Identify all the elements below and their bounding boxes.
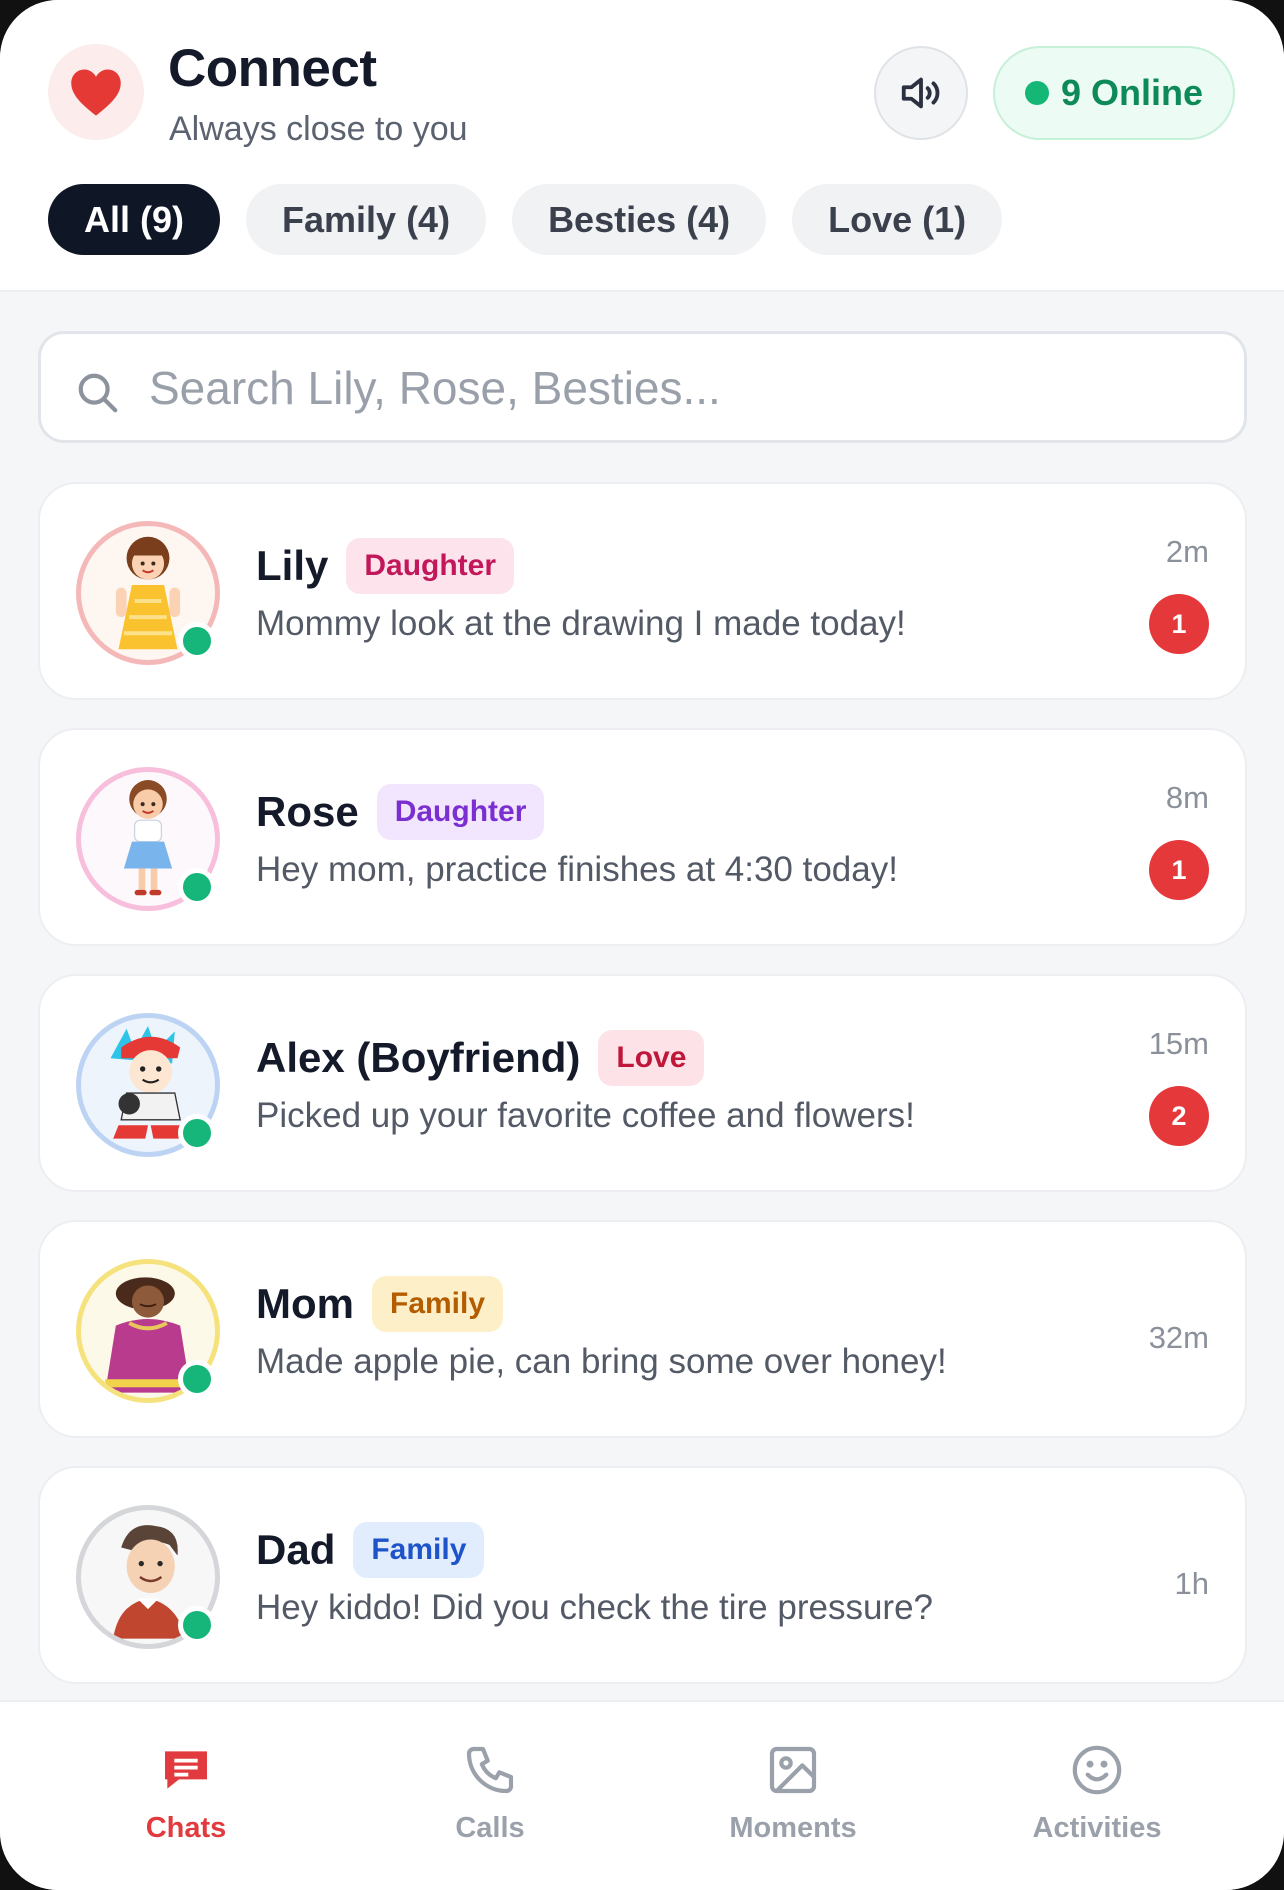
tab-family[interactable]: Family (4) bbox=[246, 184, 487, 255]
online-count-label: 9 Online bbox=[1060, 72, 1204, 113]
chat-header: Lily Daughter bbox=[256, 538, 515, 594]
bottom-nav: Chats Calls Moments Activities bbox=[0, 1700, 1284, 1890]
last-message: Mommy look at the drawing I made today! bbox=[256, 604, 906, 643]
phone-icon bbox=[466, 1746, 514, 1794]
app-subtitle: Always close to you bbox=[169, 110, 468, 148]
image-icon bbox=[769, 1746, 817, 1794]
contact-name: Mom bbox=[256, 1280, 354, 1327]
chat-header: Dad Family bbox=[256, 1522, 485, 1578]
contact-name: Lily bbox=[256, 542, 329, 589]
online-count-pill[interactable]: 9 Online bbox=[993, 46, 1235, 140]
chat-item-mom[interactable]: Mom Family Made apple pie, can bring som… bbox=[38, 1220, 1247, 1438]
message-time: 32m bbox=[1148, 1320, 1209, 1355]
nav-label: Activities bbox=[1032, 1812, 1162, 1844]
app-header: Connect Always close to you 9 Online All… bbox=[0, 0, 1284, 292]
unread-badge: 2 bbox=[1149, 1086, 1209, 1146]
last-message: Hey kiddo! Did you check the tire pressu… bbox=[256, 1588, 933, 1627]
relationship-tag: Family bbox=[353, 1522, 485, 1578]
contact-name: Alex (Boyfriend) bbox=[256, 1034, 581, 1081]
tab-besties[interactable]: Besties (4) bbox=[512, 184, 767, 255]
tab-all[interactable]: All (9) bbox=[48, 184, 221, 255]
heart-logo bbox=[48, 44, 144, 140]
chat-list: Lily Daughter Mommy look at the drawing … bbox=[38, 482, 1247, 1712]
relationship-tag: Love bbox=[598, 1030, 705, 1086]
nav-label: Calls bbox=[455, 1812, 525, 1844]
online-status-dot bbox=[178, 1606, 216, 1644]
unread-badge: 1 bbox=[1149, 840, 1209, 900]
relationship-tag: Daughter bbox=[346, 538, 515, 594]
nav-chats[interactable]: Chats bbox=[86, 1742, 286, 1862]
nav-moments[interactable]: Moments bbox=[693, 1742, 893, 1862]
tab-love[interactable]: Love (1) bbox=[792, 184, 1003, 255]
search-bar bbox=[38, 331, 1247, 443]
nav-calls[interactable]: Calls bbox=[390, 1742, 590, 1862]
online-status-dot bbox=[178, 622, 216, 660]
message-time: 2m bbox=[1165, 534, 1209, 569]
online-status-dot bbox=[178, 868, 216, 906]
unread-badge: 1 bbox=[1149, 594, 1209, 654]
chat-item-dad[interactable]: Dad Family Hey kiddo! Did you check the … bbox=[38, 1466, 1247, 1684]
last-message: Picked up your favorite coffee and flowe… bbox=[256, 1096, 915, 1135]
nav-label: Moments bbox=[729, 1812, 857, 1844]
heart-icon bbox=[71, 69, 121, 116]
last-message: Made apple pie, can bring some over hone… bbox=[256, 1342, 947, 1381]
search-input[interactable] bbox=[149, 352, 1219, 424]
speaker-icon bbox=[901, 77, 940, 109]
chat-item-rose[interactable]: Rose Daughter Hey mom, practice finishes… bbox=[38, 728, 1247, 946]
smile-icon bbox=[1072, 1745, 1122, 1795]
chat-icon bbox=[165, 1751, 207, 1789]
relationship-tag: Family bbox=[372, 1276, 504, 1332]
online-status-dot bbox=[178, 1360, 216, 1398]
search-icon bbox=[78, 373, 118, 413]
chat-item-lily[interactable]: Lily Daughter Mommy look at the drawing … bbox=[38, 482, 1247, 700]
message-time: 1h bbox=[1174, 1566, 1209, 1601]
relationship-tag: Daughter bbox=[376, 784, 545, 840]
online-status-dot bbox=[1024, 81, 1049, 105]
nav-label: Chats bbox=[145, 1812, 227, 1844]
message-time: 15m bbox=[1148, 1026, 1209, 1061]
app-title: Connect bbox=[168, 39, 377, 98]
chat-item-alex[interactable]: Alex (Boyfriend) Love Picked up your fav… bbox=[38, 974, 1247, 1192]
sound-button[interactable] bbox=[874, 46, 968, 140]
chat-header: Alex (Boyfriend) Love bbox=[256, 1030, 705, 1086]
chat-header: Rose Daughter bbox=[256, 784, 545, 840]
chat-header: Mom Family bbox=[256, 1276, 504, 1332]
nav-activities[interactable]: Activities bbox=[997, 1742, 1197, 1862]
last-message: Hey mom, practice finishes at 4:30 today… bbox=[256, 850, 898, 889]
message-time: 8m bbox=[1165, 780, 1209, 815]
contact-name: Dad bbox=[256, 1526, 336, 1573]
contact-name: Rose bbox=[256, 788, 359, 835]
online-status-dot bbox=[178, 1114, 216, 1152]
filter-tabs: All (9) Family (4) Besties (4) Love (1) bbox=[48, 184, 1003, 255]
app-screen: Connect Always close to you 9 Online All… bbox=[0, 0, 1284, 1890]
